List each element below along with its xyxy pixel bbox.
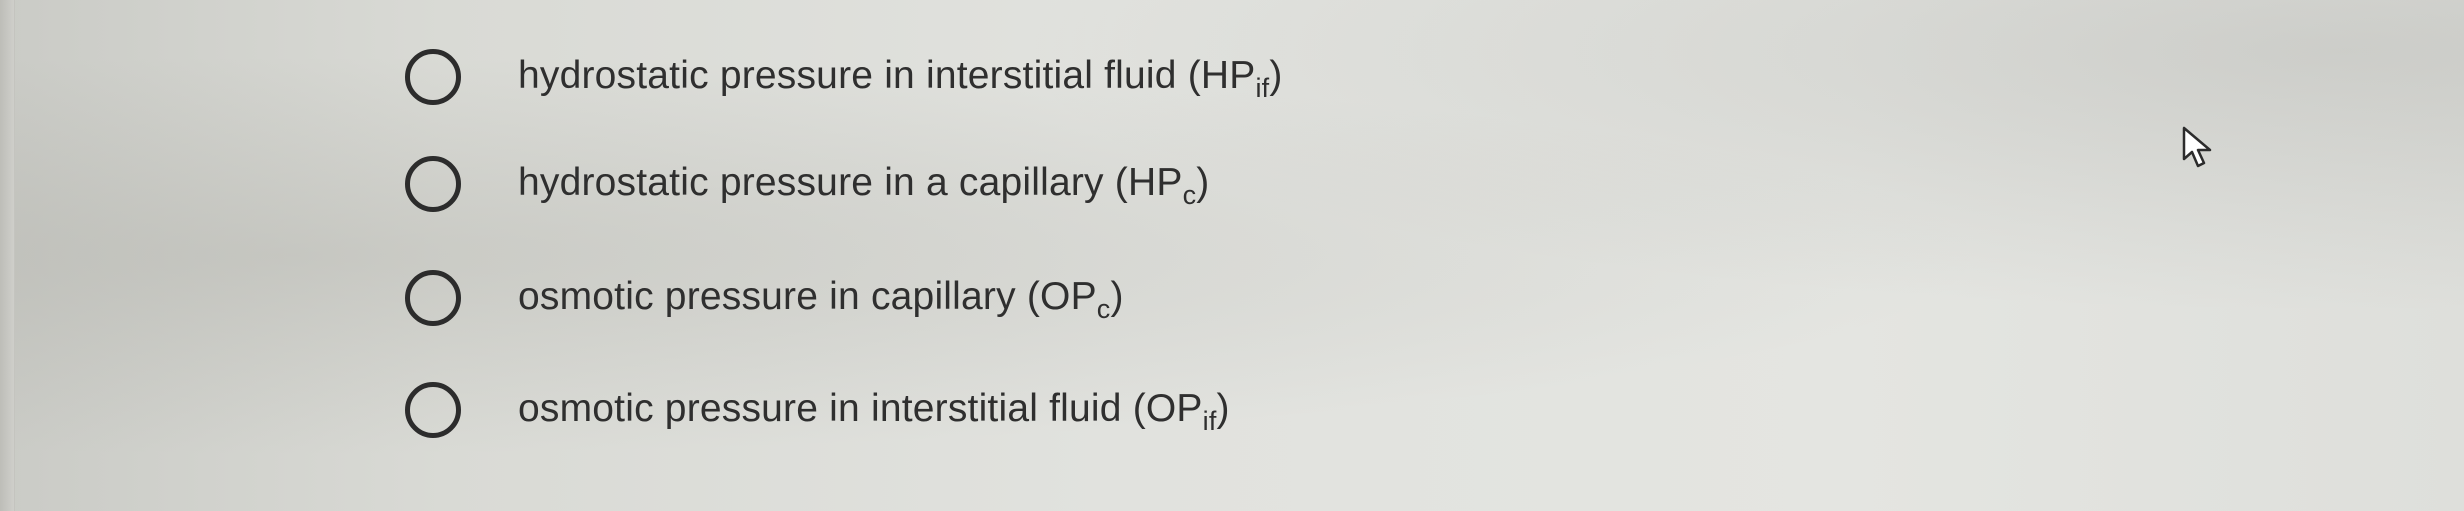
option-close-paren: )	[1269, 54, 1283, 97]
option-text: osmotic pressure in interstitial fluid (…	[518, 387, 1203, 430]
answer-option-1[interactable]: hydrostatic pressure in interstitial flu…	[405, 40, 1505, 120]
option-subscript: if	[1202, 406, 1217, 436]
option-subscript: c	[1096, 294, 1111, 324]
page-edge	[0, 0, 15, 511]
option-label: osmotic pressure in interstitial fluid (…	[518, 379, 1230, 439]
option-subscript: if	[1255, 73, 1270, 103]
option-close-paren: )	[1196, 161, 1210, 204]
option-close-paren: )	[1216, 387, 1230, 430]
answer-option-2[interactable]: hydrostatic pressure in a capillary (HPc…	[405, 147, 1505, 227]
answer-option-4[interactable]: osmotic pressure in interstitial fluid (…	[405, 373, 1505, 453]
radio-button[interactable]	[405, 382, 461, 438]
radio-button[interactable]	[405, 49, 461, 105]
option-label: hydrostatic pressure in a capillary (HPc…	[518, 153, 1209, 213]
option-text: osmotic pressure in capillary (OP	[518, 275, 1097, 318]
radio-button[interactable]	[405, 156, 461, 212]
answer-option-3[interactable]: osmotic pressure in capillary (OPc)	[405, 261, 1505, 341]
option-close-paren: )	[1110, 275, 1124, 318]
option-label: osmotic pressure in capillary (OPc)	[518, 267, 1124, 327]
option-text: hydrostatic pressure in a capillary (HP	[518, 161, 1183, 204]
option-text: hydrostatic pressure in interstitial flu…	[518, 54, 1256, 97]
option-subscript: c	[1182, 180, 1197, 210]
radio-button[interactable]	[405, 270, 461, 326]
answer-options: hydrostatic pressure in interstitial flu…	[405, 40, 1505, 460]
arrow-cursor-icon	[2182, 126, 2212, 168]
option-label: hydrostatic pressure in interstitial flu…	[518, 46, 1283, 106]
